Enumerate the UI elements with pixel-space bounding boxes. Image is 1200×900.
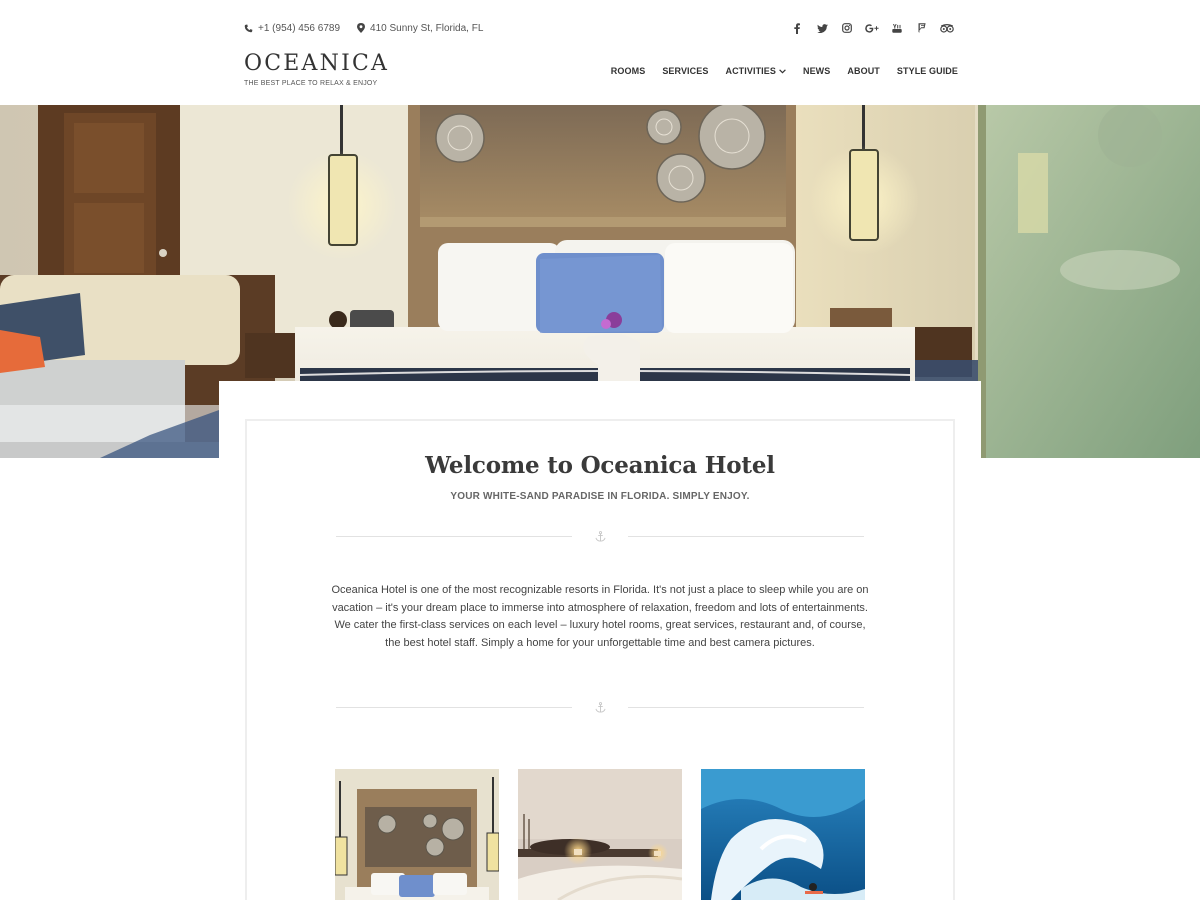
nav-item-activities[interactable]: ACTIVITIES [725,66,786,76]
facebook-icon [794,22,800,34]
site-logo[interactable]: OCEANICA [244,52,389,76]
divider-line [336,536,572,537]
main-nav: ROOMS SERVICES ACTIVITIES NEWS ABOUT STY… [594,66,958,76]
welcome-title: Welcome to Oceanica Hotel [425,452,775,479]
site-header: +1 (954) 456 6789 410 Sunny St, Florida,… [0,0,1200,105]
nav-item-rooms[interactable]: ROOMS [611,66,646,76]
nav-item-label: ABOUT [847,66,880,76]
welcome-body: Oceanica Hotel is one of the most recogn… [331,584,869,649]
nav-item-label: ROOMS [610,66,646,76]
nav-item-services[interactable]: SERVICES [662,66,708,76]
instagram-link[interactable] [836,21,858,35]
nav-item-label: SERVICES [662,66,709,76]
hotel-room-photo [335,769,499,900]
google-plus-link[interactable] [861,21,883,35]
nav-item-label: STYLE GUIDE [896,66,958,76]
contact-info: +1 (954) 456 6789 410 Sunny St, Florida,… [244,23,500,34]
foursquare-icon [918,23,926,33]
instagram-icon [842,23,852,33]
phone-icon [244,24,253,32]
twitter-icon [816,23,828,33]
youtube-icon [892,24,902,33]
phone-number: +1 (954) 456 6789 [258,22,341,34]
social-links [783,21,958,35]
gallery-thumbnails [335,769,865,900]
address-text: 410 Sunny St, Florida, FL [370,22,484,34]
map-pin-icon [357,23,366,33]
gallery-thumbnail-room[interactable] [335,769,499,900]
anchor-icon [592,700,608,714]
gallery-thumbnail-spa[interactable] [518,769,682,900]
youtube-link[interactable] [886,21,908,35]
address-contact[interactable]: 410 Sunny St, Florida, FL [357,23,483,34]
nav-item-about[interactable]: ABOUT [847,66,880,76]
top-bar: +1 (954) 456 6789 410 Sunny St, Florida,… [244,21,958,35]
chevron-down-icon [779,68,786,74]
nav-item-news[interactable]: NEWS [803,66,830,76]
divider-line [628,536,864,537]
foursquare-link[interactable] [911,21,933,35]
phone-contact[interactable]: +1 (954) 456 6789 [244,23,340,34]
nav-item-label: ACTIVITIES [725,66,776,76]
welcome-subtitle: YOUR WHITE-SAND PARADISE IN FLORIDA. SIM… [450,491,750,502]
anchor-icon [592,529,608,543]
twitter-link[interactable] [811,21,833,35]
spa-candles-photo [518,769,682,900]
divider-line [628,707,864,708]
facebook-link[interactable] [786,21,808,35]
anchor-divider [336,700,864,714]
site-brand[interactable]: OCEANICA THE BEST PLACE TO RELAX & ENJOY [244,52,389,88]
divider-line [336,707,572,708]
anchor-divider [336,529,864,543]
tripadvisor-link[interactable] [936,21,958,35]
tripadvisor-icon [940,23,954,33]
nav-item-label: NEWS [802,66,831,76]
google-plus-icon [865,23,879,33]
ocean-surfing-photo [701,769,865,900]
gallery-thumbnail-ocean[interactable] [701,769,865,900]
site-tagline: THE BEST PLACE TO RELAX & ENJOY [244,80,378,87]
nav-item-style-guide[interactable]: STYLE GUIDE [897,66,958,76]
